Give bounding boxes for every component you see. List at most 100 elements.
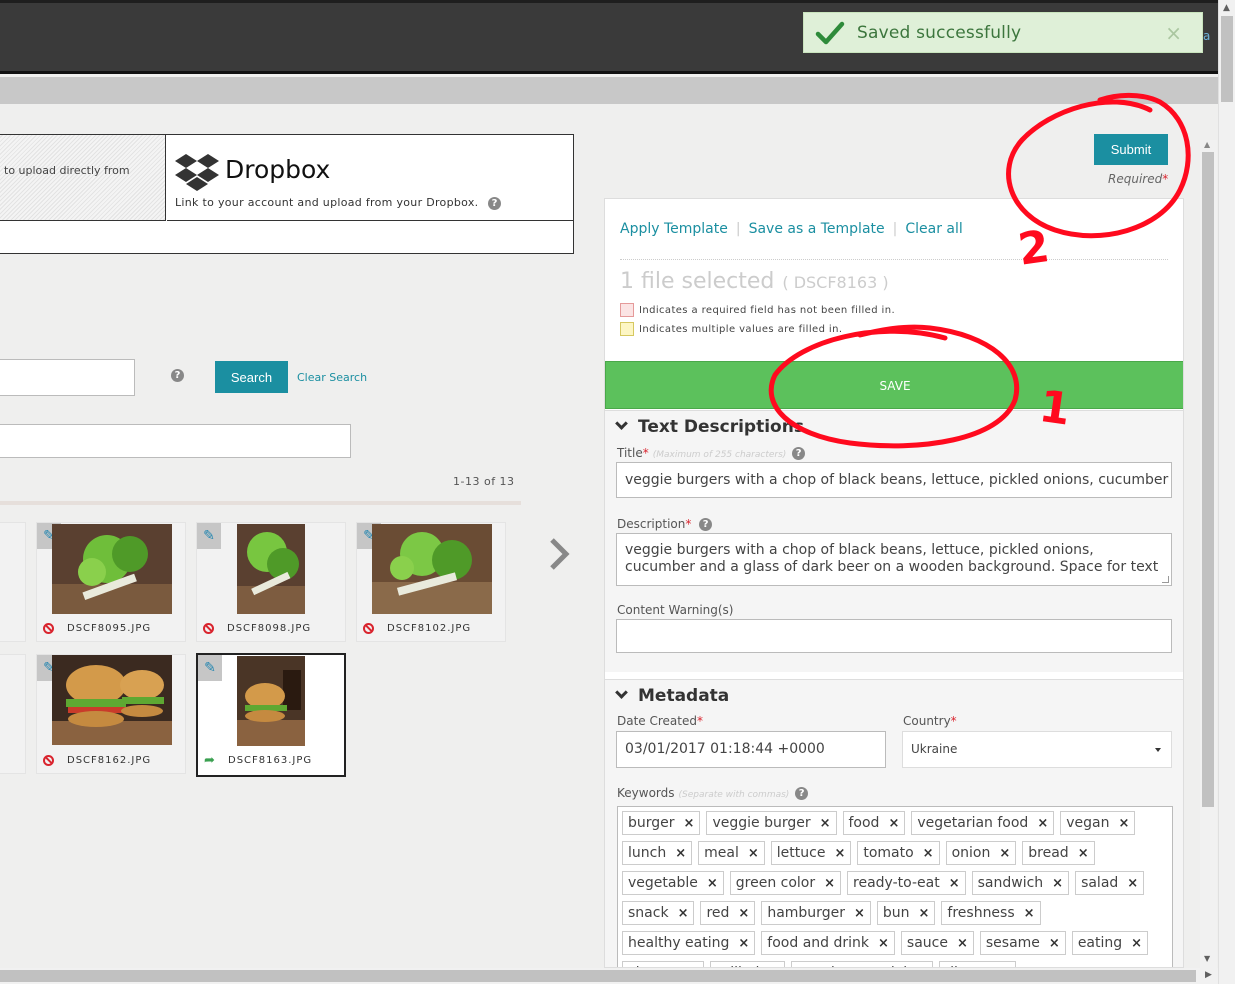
keyword-chip[interactable]: red ×	[700, 901, 756, 925]
filter-input[interactable]	[0, 424, 351, 458]
remove-keyword-icon[interactable]: ×	[748, 846, 759, 861]
keyword-chip[interactable]: green color ×	[729, 871, 842, 895]
keyword-chip[interactable]: sauce ×	[900, 931, 974, 955]
close-icon[interactable]: ×	[1165, 21, 1182, 45]
keyword-chip[interactable]: tomato ×	[857, 841, 940, 865]
offscreen-thumbnail-card[interactable]	[0, 522, 26, 642]
panel-scrollbar-thumb[interactable]	[1202, 152, 1214, 807]
title-input[interactable]: veggie burgers with a chop of black bean…	[616, 462, 1172, 498]
scroll-up-icon[interactable]: ▲	[1223, 3, 1230, 13]
keyword-chip[interactable]: snack ×	[622, 901, 695, 925]
keyword-chip[interactable]: lunch ×	[622, 841, 693, 865]
help-icon[interactable]: ?	[795, 787, 809, 800]
clear-search-link[interactable]: Clear Search	[297, 371, 367, 384]
remove-keyword-icon[interactable]: ×	[1118, 816, 1129, 831]
keyword-chip[interactable]: food and drink ×	[761, 931, 895, 955]
remove-keyword-icon[interactable]: ×	[1052, 876, 1063, 891]
remove-keyword-icon[interactable]: ×	[1024, 906, 1035, 921]
keyword-chip[interactable]: dinner×	[939, 961, 1016, 967]
remove-keyword-icon[interactable]: ×	[923, 846, 934, 861]
help-icon[interactable]: ?	[488, 196, 502, 210]
thumbnail-card-selected[interactable]: ✎ ➦ DSCF8163.JPG	[196, 653, 346, 777]
thumbnail-card[interactable]: ✎ DSCF8098.JPG	[196, 522, 346, 642]
scroll-right-icon[interactable]: ▶	[1205, 970, 1212, 980]
keyword-chip[interactable]: onion ×	[945, 841, 1017, 865]
dropbox-option[interactable]: Dropbox Link to your account and upload …	[167, 135, 573, 221]
remove-keyword-icon[interactable]: ×	[1131, 936, 1142, 951]
keyword-chip[interactable]: food ×	[842, 811, 906, 835]
remove-keyword-icon[interactable]: ×	[1127, 876, 1138, 891]
page-scrollbar[interactable]: ▲	[1218, 0, 1235, 984]
top-bar-edge-link[interactable]: a	[1203, 29, 1210, 43]
metadata-header[interactable]: Metadata	[615, 686, 729, 706]
keyword-chip[interactable]: wood - material×	[791, 961, 934, 967]
scroll-up-icon[interactable]: ▲	[1204, 140, 1210, 149]
help-icon[interactable]: ?	[699, 518, 713, 531]
keyword-chip[interactable]: lettuce ×	[770, 841, 852, 865]
remove-keyword-icon[interactable]: ×	[957, 936, 968, 951]
search-input[interactable]	[0, 359, 135, 396]
keyword-chip[interactable]: vegan ×	[1060, 811, 1136, 835]
remove-keyword-icon[interactable]: ×	[824, 876, 835, 891]
country-select[interactable]: Ukraine	[902, 731, 1172, 768]
save-template-link[interactable]: Save as a Template	[749, 221, 885, 237]
pencil-icon[interactable]: ✎	[197, 523, 221, 549]
thumbnail-card[interactable]: ✎ DSCF8162.JPG	[36, 654, 186, 774]
page-scrollbar-thumb[interactable]	[1221, 16, 1233, 102]
keyword-chip[interactable]: hamburger ×	[761, 901, 871, 925]
text-descriptions-header[interactable]: Text Descriptions	[615, 417, 804, 437]
remove-keyword-icon[interactable]: ×	[949, 876, 960, 891]
keywords-field[interactable]: burger × veggie burger × food × vegetarian foo…	[617, 806, 1173, 967]
help-icon[interactable]: ?	[792, 447, 806, 460]
remove-keyword-icon[interactable]: ×	[878, 936, 889, 951]
content-warning-input[interactable]	[616, 619, 1172, 653]
thumbnail-card[interactable]: ✎ DSCF8095.JPG	[36, 522, 186, 642]
keyword-chip[interactable]: bun ×	[876, 901, 936, 925]
remove-keyword-icon[interactable]: ×	[675, 846, 686, 861]
panel-scrollbar[interactable]: ▲ ▼	[1200, 140, 1217, 968]
keyword-chip[interactable]: bread ×	[1022, 841, 1095, 865]
keyword-chip[interactable]: sandwich ×	[971, 871, 1070, 895]
remove-keyword-icon[interactable]: ×	[678, 906, 689, 921]
keyword-chip[interactable]: sesame ×	[979, 931, 1066, 955]
date-created-input[interactable]: 03/01/2017 01:18:44 +0000	[616, 731, 886, 768]
keyword-chip[interactable]: veggie burger ×	[706, 811, 837, 835]
keyword-chip[interactable]: grilled×	[709, 961, 786, 967]
pencil-icon[interactable]: ✎	[198, 655, 222, 681]
remove-keyword-icon[interactable]: ×	[1037, 816, 1048, 831]
submit-button[interactable]: Submit	[1094, 134, 1168, 165]
horizontal-scrollbar-thumb[interactable]	[0, 970, 1196, 982]
keyword-chip[interactable]: eating ×	[1071, 931, 1149, 955]
description-textarea[interactable]: veggie burgers with a chop of black bean…	[616, 533, 1172, 586]
keyword-chip[interactable]: salad ×	[1075, 871, 1145, 895]
keyword-chip[interactable]: vegetable ×	[622, 871, 724, 895]
remove-keyword-icon[interactable]: ×	[888, 816, 899, 831]
remove-keyword-icon[interactable]: ×	[919, 906, 930, 921]
remove-keyword-icon[interactable]: ×	[820, 816, 831, 831]
remove-keyword-icon[interactable]: ×	[1049, 936, 1060, 951]
keyword-chip[interactable]: cheese×	[622, 961, 704, 967]
keyword-chip[interactable]: burger ×	[622, 811, 701, 835]
offscreen-thumbnail-card[interactable]	[0, 654, 26, 774]
scroll-down-icon[interactable]: ▼	[1204, 954, 1210, 963]
upload-source-option[interactable]: to upload directly from	[0, 135, 166, 221]
apply-template-link[interactable]: Apply Template	[620, 221, 728, 237]
remove-keyword-icon[interactable]: ×	[738, 936, 749, 951]
save-button[interactable]: SAVE	[605, 361, 1183, 409]
remove-keyword-icon[interactable]: ×	[999, 846, 1010, 861]
remove-keyword-icon[interactable]: ×	[1078, 846, 1089, 861]
resize-handle[interactable]	[1162, 576, 1169, 583]
keyword-chip[interactable]: meal ×	[698, 841, 765, 865]
keyword-chip[interactable]: healthy eating ×	[622, 931, 756, 955]
remove-keyword-icon[interactable]: ×	[684, 816, 695, 831]
remove-keyword-icon[interactable]: ×	[738, 906, 749, 921]
remove-keyword-icon[interactable]: ×	[854, 906, 865, 921]
search-button[interactable]: Search	[215, 361, 288, 393]
keyword-chip[interactable]: vegetarian food ×	[911, 811, 1055, 835]
remove-keyword-icon[interactable]: ×	[834, 846, 845, 861]
keyword-chip[interactable]: ready-to-eat ×	[847, 871, 966, 895]
horizontal-scrollbar[interactable]: ▶	[0, 968, 1218, 984]
chevron-right-icon[interactable]	[546, 536, 572, 572]
thumbnail-card[interactable]: ✎ DSCF8102.JPG	[356, 522, 506, 642]
clear-all-link[interactable]: Clear all	[905, 221, 962, 237]
